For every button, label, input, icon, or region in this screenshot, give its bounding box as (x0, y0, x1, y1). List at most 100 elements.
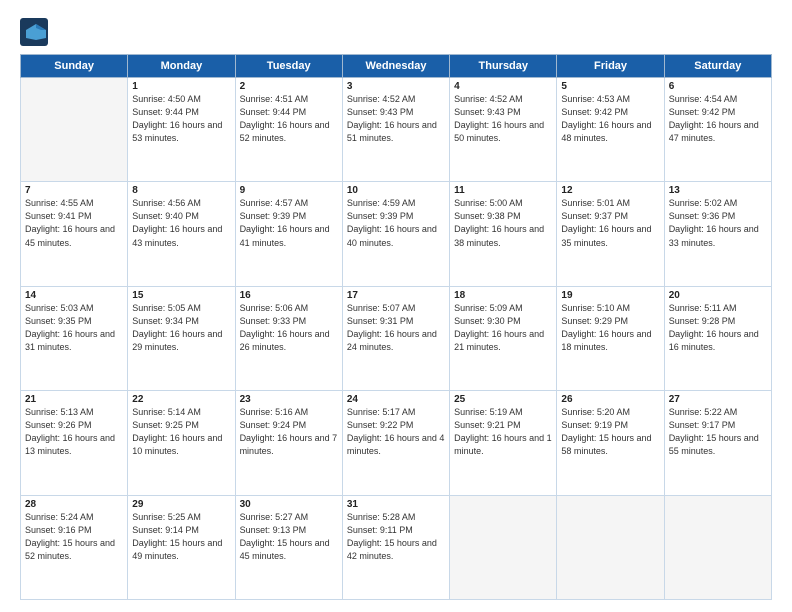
cell-content: Sunrise: 5:10 AMSunset: 9:29 PMDaylight:… (561, 303, 651, 352)
day-number: 10 (347, 185, 445, 196)
calendar-cell: 11 Sunrise: 5:00 AMSunset: 9:38 PMDayligh… (450, 182, 557, 286)
page: SundayMondayTuesdayWednesdayThursdayFrid… (0, 0, 792, 612)
cell-content: Sunrise: 4:57 AMSunset: 9:39 PMDaylight:… (240, 198, 330, 247)
calendar-cell: 14 Sunrise: 5:03 AMSunset: 9:35 PMDayligh… (21, 286, 128, 390)
cell-content: Sunrise: 4:51 AMSunset: 9:44 PMDaylight:… (240, 94, 330, 143)
calendar-week-row: 21 Sunrise: 5:13 AMSunset: 9:26 PMDayligh… (21, 391, 772, 495)
cell-content: Sunrise: 5:25 AMSunset: 9:14 PMDaylight:… (132, 512, 222, 561)
calendar-cell: 10 Sunrise: 4:59 AMSunset: 9:39 PMDayligh… (342, 182, 449, 286)
cell-content: Sunrise: 5:07 AMSunset: 9:31 PMDaylight:… (347, 303, 437, 352)
calendar-cell: 4 Sunrise: 4:52 AMSunset: 9:43 PMDaylight… (450, 78, 557, 182)
logo-icon (20, 18, 48, 46)
dow-header: Wednesday (342, 55, 449, 78)
calendar-cell: 22 Sunrise: 5:14 AMSunset: 9:25 PMDayligh… (128, 391, 235, 495)
days-of-week-row: SundayMondayTuesdayWednesdayThursdayFrid… (21, 55, 772, 78)
day-number: 5 (561, 81, 659, 92)
cell-content: Sunrise: 5:22 AMSunset: 9:17 PMDaylight:… (669, 407, 759, 456)
cell-content: Sunrise: 5:02 AMSunset: 9:36 PMDaylight:… (669, 198, 759, 247)
calendar-cell: 8Sunrise: 4:56 AMSunset: 9:40 PMDaylight… (128, 182, 235, 286)
dow-header: Monday (128, 55, 235, 78)
day-number: 31 (347, 499, 445, 510)
cell-content: Sunrise: 5:01 AMSunset: 9:37 PMDaylight:… (561, 198, 651, 247)
calendar-cell (557, 495, 664, 599)
day-number: 25 (454, 394, 552, 405)
day-number: 19 (561, 290, 659, 301)
cell-content: Sunrise: 5:19 AMSunset: 9:21 PMDaylight:… (454, 407, 552, 456)
day-number: 15 (132, 290, 230, 301)
day-number: 20 (669, 290, 767, 301)
calendar-cell: 25 Sunrise: 5:19 AMSunset: 9:21 PMDayligh… (450, 391, 557, 495)
cell-content: Sunrise: 5:09 AMSunset: 9:30 PMDaylight:… (454, 303, 544, 352)
day-number: 13 (669, 185, 767, 196)
cell-content: Sunrise: 5:20 AMSunset: 9:19 PMDaylight:… (561, 407, 651, 456)
calendar-cell: 6 Sunrise: 4:54 AMSunset: 9:42 PMDaylight… (664, 78, 771, 182)
day-number: 4 (454, 81, 552, 92)
day-number: 2 (240, 81, 338, 92)
calendar-cell (664, 495, 771, 599)
cell-content: Sunrise: 4:52 AMSunset: 9:43 PMDaylight:… (347, 94, 437, 143)
day-number: 23 (240, 394, 338, 405)
dow-header: Sunday (21, 55, 128, 78)
calendar-body: 1Sunrise: 4:50 AMSunset: 9:44 PMDaylight… (21, 78, 772, 600)
day-number: 21 (25, 394, 123, 405)
calendar-cell (450, 495, 557, 599)
calendar-cell: 19 Sunrise: 5:10 AMSunset: 9:29 PMDayligh… (557, 286, 664, 390)
cell-content: Sunrise: 4:55 AMSunset: 9:41 PMDaylight:… (25, 198, 115, 247)
calendar-cell: 3 Sunrise: 4:52 AMSunset: 9:43 PMDaylight… (342, 78, 449, 182)
calendar-cell: 12 Sunrise: 5:01 AMSunset: 9:37 PMDayligh… (557, 182, 664, 286)
calendar-cell (21, 78, 128, 182)
calendar-cell: 28Sunrise: 5:24 AMSunset: 9:16 PMDayligh… (21, 495, 128, 599)
day-number: 30 (240, 499, 338, 510)
logo (20, 18, 52, 46)
calendar-cell: 21 Sunrise: 5:13 AMSunset: 9:26 PMDayligh… (21, 391, 128, 495)
cell-content: Sunrise: 5:13 AMSunset: 9:26 PMDaylight:… (25, 407, 115, 456)
day-number: 9 (240, 185, 338, 196)
day-number: 22 (132, 394, 230, 405)
calendar-cell: 29 Sunrise: 5:25 AMSunset: 9:14 PMDayligh… (128, 495, 235, 599)
calendar-cell: 23Sunrise: 5:16 AMSunset: 9:24 PMDayligh… (235, 391, 342, 495)
cell-content: Sunrise: 4:59 AMSunset: 9:39 PMDaylight:… (347, 198, 437, 247)
calendar-cell: 15 Sunrise: 5:05 AMSunset: 9:34 PMDayligh… (128, 286, 235, 390)
cell-content: Sunrise: 4:52 AMSunset: 9:43 PMDaylight:… (454, 94, 544, 143)
dow-header: Saturday (664, 55, 771, 78)
calendar-cell: 7 Sunrise: 4:55 AMSunset: 9:41 PMDaylight… (21, 182, 128, 286)
day-number: 11 (454, 185, 552, 196)
dow-header: Tuesday (235, 55, 342, 78)
cell-content: Sunrise: 5:14 AMSunset: 9:25 PMDaylight:… (132, 407, 222, 456)
cell-content: Sunrise: 5:06 AMSunset: 9:33 PMDaylight:… (240, 303, 330, 352)
header (20, 18, 772, 46)
day-number: 26 (561, 394, 659, 405)
cell-content: Sunrise: 5:05 AMSunset: 9:34 PMDaylight:… (132, 303, 222, 352)
dow-header: Thursday (450, 55, 557, 78)
day-number: 12 (561, 185, 659, 196)
calendar-cell: 24Sunrise: 5:17 AMSunset: 9:22 PMDayligh… (342, 391, 449, 495)
calendar-week-row: 28Sunrise: 5:24 AMSunset: 9:16 PMDayligh… (21, 495, 772, 599)
calendar-week-row: 7 Sunrise: 4:55 AMSunset: 9:41 PMDaylight… (21, 182, 772, 286)
calendar-table: SundayMondayTuesdayWednesdayThursdayFrid… (20, 54, 772, 600)
calendar-cell: 2 Sunrise: 4:51 AMSunset: 9:44 PMDaylight… (235, 78, 342, 182)
cell-content: Sunrise: 5:03 AMSunset: 9:35 PMDaylight:… (25, 303, 115, 352)
cell-content: Sunrise: 5:00 AMSunset: 9:38 PMDaylight:… (454, 198, 544, 247)
cell-content: Sunrise: 5:28 AMSunset: 9:11 PMDaylight:… (347, 512, 437, 561)
day-number: 14 (25, 290, 123, 301)
day-number: 8 (132, 185, 230, 196)
day-number: 17 (347, 290, 445, 301)
calendar-cell: 26 Sunrise: 5:20 AMSunset: 9:19 PMDayligh… (557, 391, 664, 495)
day-number: 27 (669, 394, 767, 405)
day-number: 16 (240, 290, 338, 301)
dow-header: Friday (557, 55, 664, 78)
calendar-cell: 1Sunrise: 4:50 AMSunset: 9:44 PMDaylight… (128, 78, 235, 182)
calendar-week-row: 1Sunrise: 4:50 AMSunset: 9:44 PMDaylight… (21, 78, 772, 182)
day-number: 18 (454, 290, 552, 301)
calendar-cell: 31 Sunrise: 5:28 AMSunset: 9:11 PMDayligh… (342, 495, 449, 599)
cell-content: Sunrise: 4:54 AMSunset: 9:42 PMDaylight:… (669, 94, 759, 143)
day-number: 29 (132, 499, 230, 510)
calendar-cell: 16 Sunrise: 5:06 AMSunset: 9:33 PMDayligh… (235, 286, 342, 390)
day-number: 6 (669, 81, 767, 92)
calendar-cell: 13 Sunrise: 5:02 AMSunset: 9:36 PMDayligh… (664, 182, 771, 286)
day-number: 3 (347, 81, 445, 92)
cell-content: Sunrise: 5:17 AMSunset: 9:22 PMDaylight:… (347, 407, 445, 456)
cell-content: Sunrise: 4:50 AMSunset: 9:44 PMDaylight:… (132, 94, 222, 143)
cell-content: Sunrise: 5:11 AMSunset: 9:28 PMDaylight:… (669, 303, 759, 352)
day-number: 7 (25, 185, 123, 196)
